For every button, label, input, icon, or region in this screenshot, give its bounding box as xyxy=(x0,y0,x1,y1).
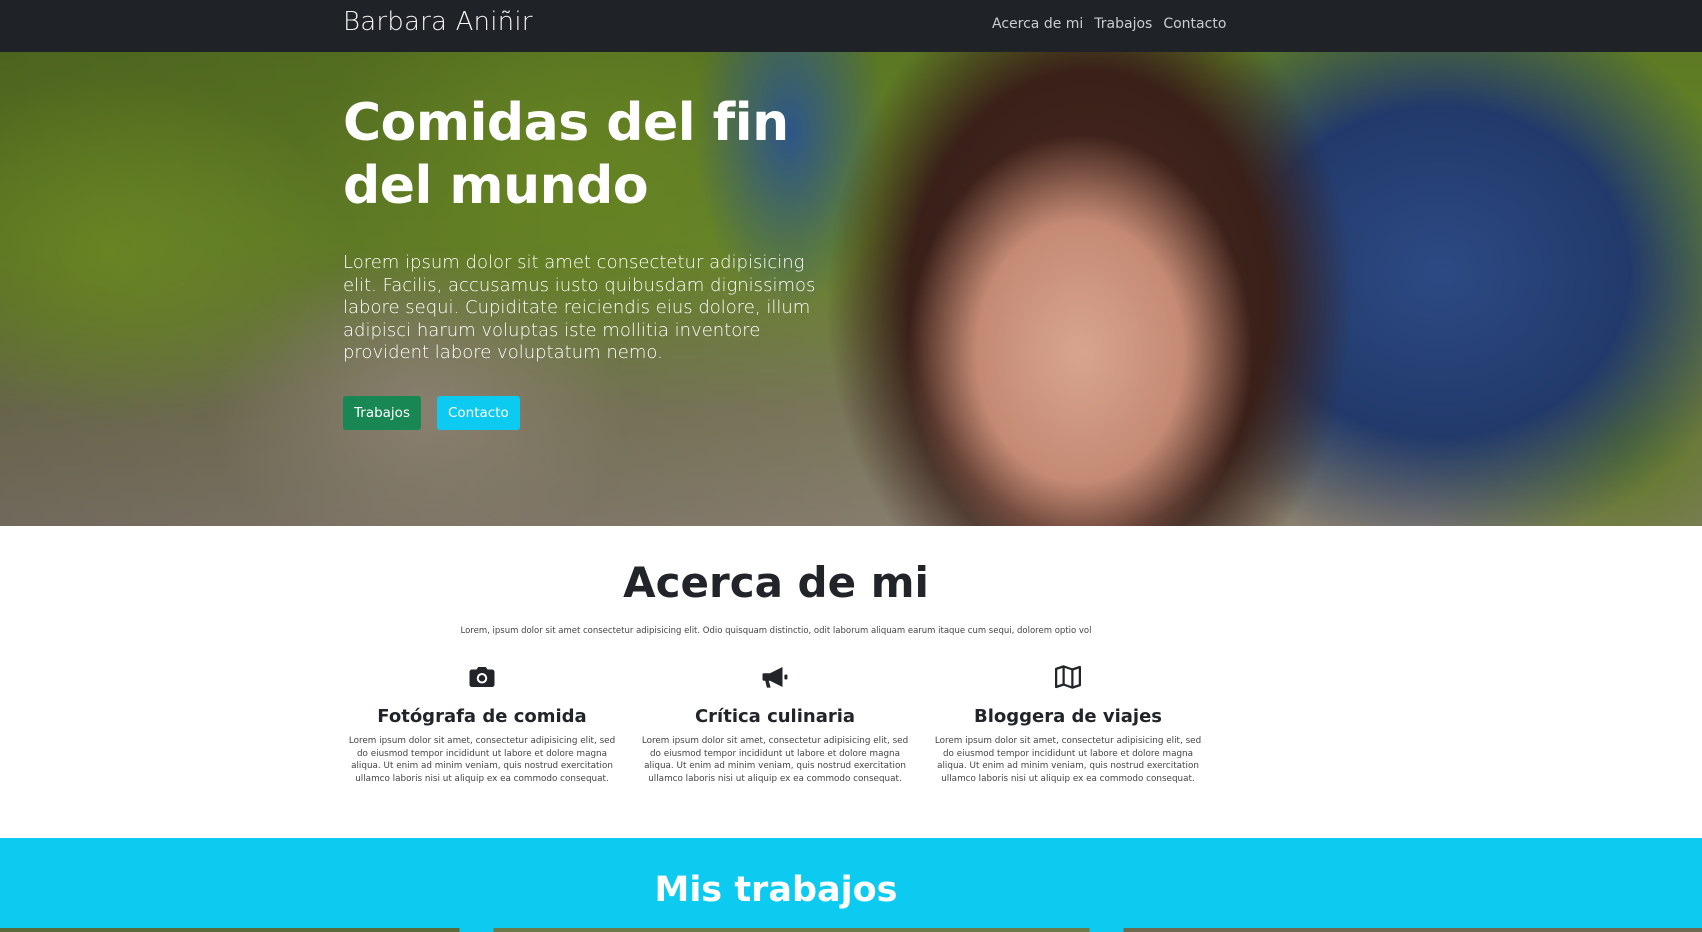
works-section: Mis trabajos xyxy=(0,838,1702,932)
feature-title: Crítica culinaria xyxy=(694,706,856,727)
nav-link-contacto[interactable]: Contacto xyxy=(1163,16,1226,32)
camera-icon xyxy=(469,667,495,687)
feature-text: Lorem ipsum dolor sit amet, consectetur … xyxy=(934,736,1202,784)
hero-background-photo xyxy=(0,52,1702,526)
nav-link-acerca[interactable]: Acerca de mi xyxy=(992,16,1083,32)
about-subtitle: Lorem, ipsum dolor sit amet consectetur … xyxy=(460,626,1092,636)
works-title: Mis trabajos xyxy=(654,870,898,910)
feature-travel-blogger: Bloggera de viajes Lorem ipsum dolor sit… xyxy=(925,662,1211,785)
hero-text: Lorem ipsum dolor sit amet consectetur a… xyxy=(343,252,816,363)
feature-food-photographer: Fotógrafa de comida Lorem ipsum dolor si… xyxy=(339,662,625,785)
map-icon xyxy=(1055,665,1081,689)
hero-section: Comidas del fin del mundo Lorem ipsum do… xyxy=(0,52,1702,526)
about-title: Acerca de mi xyxy=(623,558,929,607)
feature-title: Bloggera de viajes xyxy=(973,706,1163,727)
feature-title: Fotógrafa de comida xyxy=(377,706,587,727)
feature-text: Lorem ipsum dolor sit amet, consectetur … xyxy=(641,736,909,784)
feature-food-critic: Crítica culinaria Lorem ipsum dolor sit … xyxy=(632,662,918,785)
feature-text: Lorem ipsum dolor sit amet, consectetur … xyxy=(348,736,616,784)
trabajos-button[interactable]: Trabajos xyxy=(343,396,421,430)
brand-link[interactable]: Barbara Aniñir xyxy=(343,7,533,37)
nav-link-trabajos[interactable]: Trabajos xyxy=(1094,16,1152,32)
hero-title: Comidas del fin del mundo xyxy=(343,93,789,216)
contacto-button[interactable]: Contacto xyxy=(437,396,520,430)
megaphone-icon xyxy=(762,667,788,688)
works-gallery-preview xyxy=(0,928,1702,932)
navbar: Barbara Aniñir Acerca de mi Trabajos Con… xyxy=(0,0,1702,52)
nav-links: Acerca de mi Trabajos Contacto xyxy=(992,16,1226,32)
